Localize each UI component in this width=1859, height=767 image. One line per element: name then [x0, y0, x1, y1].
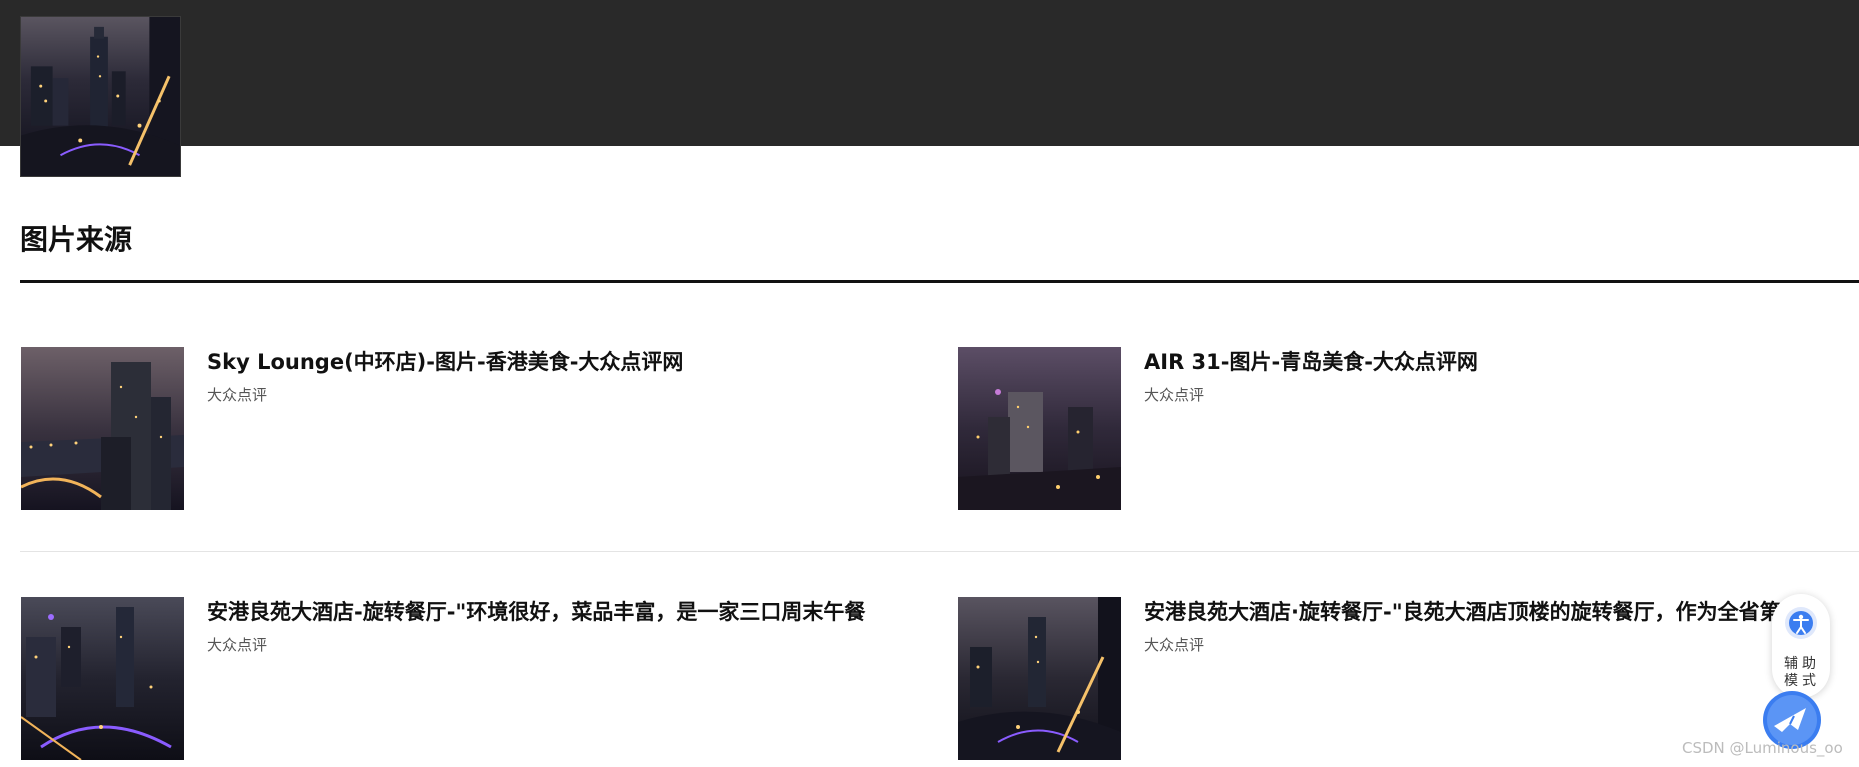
result-source: 大众点评 — [207, 386, 268, 404]
result-title[interactable]: Sky Lounge(中环店)-图片-香港美食-大众点评网 — [207, 347, 683, 377]
result-thumbnail[interactable] — [958, 347, 1121, 510]
accessibility-icon[interactable] — [1784, 606, 1818, 640]
assist-mode-panel[interactable]: 辅助模式 — [1772, 594, 1830, 698]
city-night-image — [958, 597, 1121, 760]
result-title[interactable]: 安港良苑大酒店-旋转餐厅-"环境很好，菜品丰富，是一家三口周末午餐 — [207, 597, 947, 627]
city-night-image — [21, 17, 180, 176]
section-divider — [20, 280, 1859, 283]
result-source: 大众点评 — [1144, 386, 1205, 404]
watermark: CSDN @Luminous_oo — [1682, 739, 1843, 757]
assist-mode-label: 辅助模式 — [1784, 656, 1820, 689]
city-night-image — [958, 347, 1121, 510]
result-source: 大众点评 — [207, 636, 268, 654]
result-title[interactable]: AIR 31-图片-青岛美食-大众点评网 — [1144, 347, 1859, 377]
hero-image[interactable] — [20, 16, 181, 177]
result-title[interactable]: 安港良苑大酒店·旋转餐厅-"良苑大酒店顶楼的旋转餐厅，作为全省第 — [1144, 597, 1794, 627]
section-title: 图片来源 — [20, 223, 133, 256]
city-night-image — [21, 347, 184, 510]
top-bar — [0, 0, 1859, 146]
result-thumbnail[interactable] — [21, 347, 184, 510]
result-thumbnail[interactable] — [21, 597, 184, 760]
result-source: 大众点评 — [1144, 636, 1205, 654]
result-thumbnail[interactable] — [958, 597, 1121, 760]
city-night-image — [21, 597, 184, 760]
row-divider — [20, 551, 1859, 552]
